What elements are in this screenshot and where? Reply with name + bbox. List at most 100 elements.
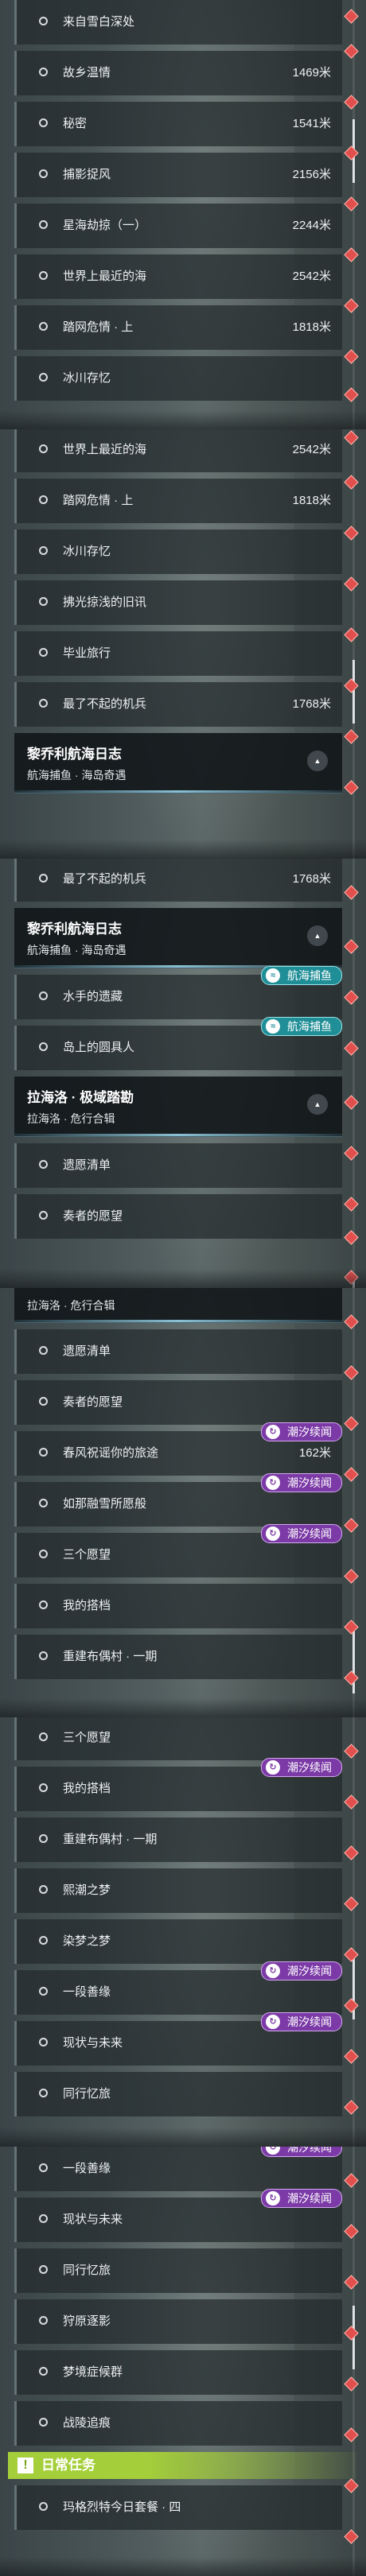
- quest-row[interactable]: 一段善缘 ↻ 潮汐续闻: [14, 2147, 342, 2191]
- quest-row[interactable]: 星海劫掠（一） 2244米: [14, 204, 342, 248]
- quest-group-header[interactable]: 黎乔利航海日志 航海捕鱼 · 海岛奇遇 ▲: [14, 908, 342, 968]
- quest-name: 同行忆旅: [63, 2087, 111, 2101]
- quest-row[interactable]: 玛格烈特今日套餐 · 四: [14, 2485, 342, 2530]
- map-marker-icon: [344, 1230, 359, 1245]
- quest-row[interactable]: 遗愿清单: [14, 1329, 342, 1374]
- quest-name: 三个愿望: [63, 1731, 111, 1744]
- quest-row[interactable]: 毕业旅行: [14, 631, 342, 676]
- map-marker-icon: [344, 1947, 359, 1962]
- quest-name: 拂光掠浅的旧讯: [63, 596, 147, 609]
- collapse-toggle-icon[interactable]: ▲: [307, 925, 328, 946]
- quest-status-circle-icon: [39, 648, 48, 657]
- quest-name: 冰川存忆: [63, 371, 111, 385]
- quest-name: 故乡温情: [63, 66, 111, 80]
- hanghai-badge: ≈ 航海捕鱼: [261, 1017, 342, 1036]
- quest-row[interactable]: 奏者的愿望: [14, 1194, 342, 1239]
- map-marker-icon: [344, 2275, 359, 2290]
- scrollbar[interactable]: [352, 1717, 355, 2147]
- quest-panel-frame: 一段善缘 ↻ 潮汐续闻 现状与未来 ↻ 潮汐续闻同行忆旅狩原逐影梦境症候群战陵追痕 ! 日常任…: [0, 2147, 366, 2576]
- badge-label: 潮汐续闻: [287, 2147, 332, 2154]
- map-marker-icon: [344, 780, 359, 795]
- quest-row[interactable]: 捕影捉风 2156米: [14, 153, 342, 197]
- scrollbar[interactable]: [352, 429, 355, 859]
- quest-row[interactable]: 拂光掠浅的旧讯: [14, 580, 342, 625]
- quest-row[interactable]: 遗愿清单: [14, 1143, 342, 1188]
- quest-name: 染梦之梦: [63, 1934, 111, 1948]
- quest-group-header[interactable]: 黎乔利航海日志 航海捕鱼 · 海岛奇遇 ▲: [14, 733, 342, 793]
- quest-name: 战陵追痕: [63, 2416, 111, 2430]
- quest-row[interactable]: 春风祝谣你的旅途 162米 ↻ 潮汐续闻: [14, 1422, 342, 1476]
- quest-name: 遗愿清单: [63, 1344, 111, 1358]
- quest-group-title: 拉海洛 · 极域踏勘: [27, 1090, 134, 1105]
- quest-status-circle-icon: [39, 322, 48, 331]
- quest-row[interactable]: 冰川存忆: [14, 356, 342, 401]
- quest-name: 熙潮之梦: [63, 1884, 111, 1897]
- quest-list: 来自雪白深处 故乡温情 1469米 秘密 1541米 捕影捉风 2156米 星海劫掠（一） 22…: [14, 0, 342, 401]
- quest-row[interactable]: 战陵追痕: [14, 2401, 342, 2446]
- quest-row[interactable]: 最了不起的机兵 1768米: [14, 682, 342, 727]
- daily-tasks-header[interactable]: ! 日常任务: [8, 2452, 356, 2479]
- quest-row[interactable]: 同行忆旅: [14, 2072, 342, 2116]
- map-marker-icon: [344, 2173, 359, 2188]
- collapse-toggle-icon[interactable]: ▲: [307, 751, 328, 771]
- quest-name: 三个愿望: [63, 1548, 111, 1562]
- quest-row[interactable]: 梦境症候群: [14, 2350, 342, 2395]
- quest-row[interactable]: 水手的遗藏 ≈ 航海捕鱼: [14, 966, 342, 1019]
- quest-row[interactable]: 重建布偶村 · 一期: [14, 1635, 342, 1679]
- quest-row[interactable]: 故乡温情 1469米: [14, 51, 342, 95]
- quest-row[interactable]: 三个愿望: [14, 1717, 342, 1760]
- map-marker-icon: [344, 247, 359, 262]
- quest-distance: 1768米: [292, 872, 331, 886]
- scrollbar[interactable]: [352, 1288, 355, 1717]
- quest-row[interactable]: 三个愿望 ↻ 潮汐续闻: [14, 1524, 342, 1577]
- quest-row[interactable]: 同行忆旅: [14, 2248, 342, 2293]
- quest-row[interactable]: 熙潮之梦: [14, 1868, 342, 1913]
- quest-row[interactable]: 奏者的愿望: [14, 1380, 342, 1425]
- quest-row[interactable]: 一段善缘 ↻ 潮汐续闻: [14, 1961, 342, 2015]
- quest-row[interactable]: 我的搭档 ↻ 潮汐续闻: [14, 1758, 342, 1811]
- map-marker-icon: [344, 1314, 359, 1329]
- quest-row[interactable]: 岛上的圆具人 ≈ 航海捕鱼: [14, 1017, 342, 1070]
- map-marker-icon: [344, 576, 359, 592]
- quest-row[interactable]: 世界上最近的海 2542米: [14, 254, 342, 299]
- fish-icon: ≈: [266, 968, 280, 983]
- quest-row[interactable]: 如那融雪所愿般 ↻ 潮汐续闻: [14, 1473, 342, 1527]
- collapse-toggle-icon[interactable]: ▲: [307, 1094, 328, 1115]
- quest-list: 一段善缘 ↻ 潮汐续闻 现状与未来 ↻ 潮汐续闻同行忆旅狩原逐影梦境症候群战陵追痕 ! 日常任…: [8, 2147, 356, 2530]
- quest-list: 最了不起的机兵 1768米黎乔利航海日志 航海捕鱼 · 海岛奇遇 ▲ 水手的遗藏 ≈ 航海捕…: [14, 859, 342, 1239]
- quest-row[interactable]: 踏网危情 · 上 1818米: [14, 305, 342, 350]
- quest-group-subtitle: 拉海洛 · 危行合辑: [27, 1299, 115, 1312]
- scrollbar-thumb[interactable]: [352, 660, 355, 724]
- quest-row[interactable]: 染梦之梦: [14, 1919, 342, 1964]
- scrollbar[interactable]: [352, 2147, 355, 2576]
- quest-row[interactable]: 我的搭档: [14, 1584, 342, 1628]
- quest-row[interactable]: 世界上最近的海 2542米: [14, 429, 342, 472]
- quest-group-header[interactable]: 拉海洛 · 危行合辑: [14, 1288, 342, 1323]
- quest-group-header[interactable]: 拉海洛 · 极域踏勘 拉海洛 · 危行合辑 ▲: [14, 1077, 342, 1137]
- quest-name: 我的搭档: [63, 1599, 111, 1612]
- quest-row[interactable]: 踏网危情 · 上 1818米: [14, 479, 342, 523]
- quest-row[interactable]: 最了不起的机兵 1768米: [14, 859, 342, 902]
- quest-row[interactable]: 狩原逐影: [14, 2299, 342, 2344]
- quest-row[interactable]: 重建布偶村 · 一期: [14, 1818, 342, 1862]
- quest-status-circle-icon: [39, 1397, 48, 1406]
- quest-status-circle-icon: [39, 1499, 48, 1507]
- quest-panel-frame: 拉海洛 · 危行合辑遗愿清单奏者的愿望 春风祝谣你的旅途 162米 ↻ 潮汐续闻 如那融雪…: [0, 1288, 366, 1717]
- quest-status-circle-icon: [39, 2089, 48, 2097]
- quest-row[interactable]: 秘密 1541米: [14, 102, 342, 146]
- scrollbar-thumb[interactable]: [352, 1630, 355, 1693]
- quest-row[interactable]: 来自雪白深处: [14, 0, 342, 45]
- map-marker-icon: [344, 939, 359, 954]
- scrollbar[interactable]: [352, 859, 355, 1288]
- badge-label: 潮汐续闻: [287, 1426, 332, 1438]
- quest-row[interactable]: 冰川存忆: [14, 530, 342, 574]
- chaoxi-badge: ↻ 潮汐续闻: [261, 1473, 342, 1492]
- map-marker-icon: [344, 729, 359, 744]
- quest-list: 三个愿望我的搭档 ↻ 潮汐续闻重建布偶村 · 一期熙潮之梦染梦之梦一段善缘 ↻ 潮汐续闻…: [14, 1717, 342, 2116]
- quest-status-circle-icon: [39, 118, 48, 127]
- scrollbar[interactable]: [352, 0, 355, 429]
- quest-distance: 1818米: [292, 494, 331, 507]
- quest-row[interactable]: 现状与未来 ↻ 潮汐续闻: [14, 2189, 342, 2242]
- quest-row[interactable]: 现状与未来 ↻ 潮汐续闻: [14, 2012, 342, 2066]
- quest-panel-frame: 世界上最近的海 2542米 踏网危情 · 上 1818米 冰川存忆拂光掠浅的旧讯毕业旅行…: [0, 429, 366, 859]
